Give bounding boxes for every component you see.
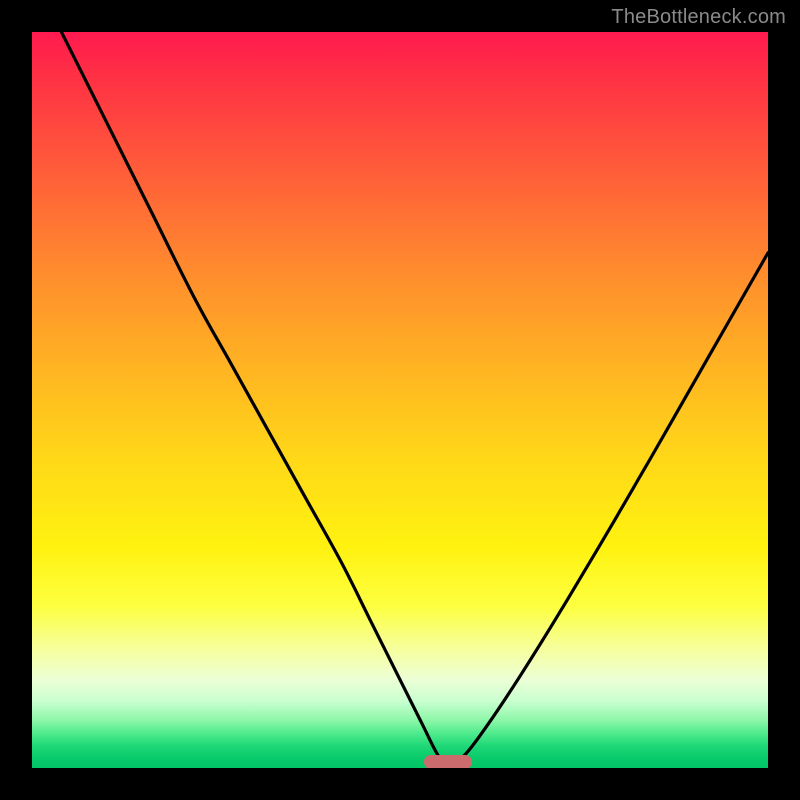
plot-area [32, 32, 768, 768]
optimal-marker [424, 755, 472, 768]
chart-frame: TheBottleneck.com [0, 0, 800, 800]
watermark-text: TheBottleneck.com [611, 6, 786, 29]
bottleneck-curve [32, 32, 768, 768]
